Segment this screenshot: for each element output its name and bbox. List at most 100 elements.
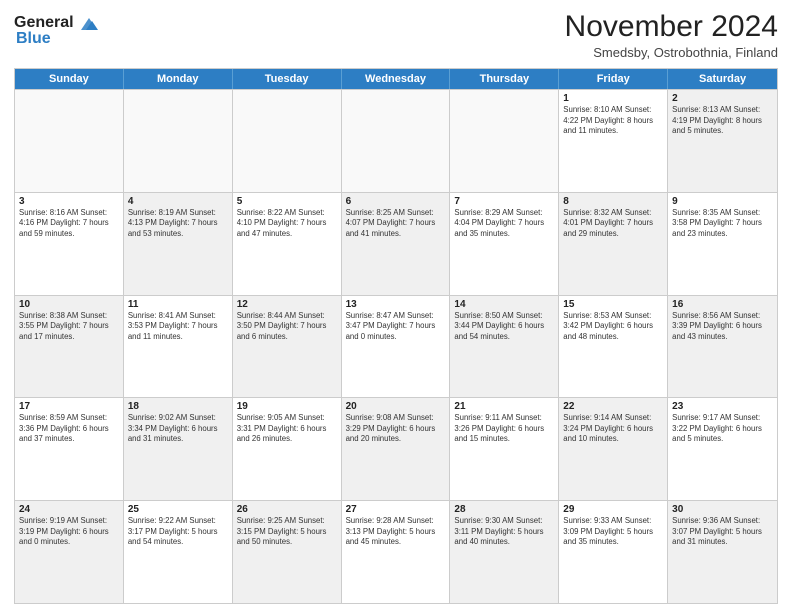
day-number: 18 [128, 401, 228, 412]
day-number: 26 [237, 504, 337, 515]
calendar-cell-2-3: 13Sunrise: 8:47 AM Sunset: 3:47 PM Dayli… [342, 296, 451, 398]
day-number: 23 [672, 401, 773, 412]
day-number: 2 [672, 93, 773, 104]
day-number: 28 [454, 504, 554, 515]
day-number: 12 [237, 299, 337, 310]
weekday-thursday: Thursday [450, 69, 559, 89]
calendar-cell-1-3: 6Sunrise: 8:25 AM Sunset: 4:07 PM Daylig… [342, 193, 451, 295]
cell-info: Sunrise: 9:17 AM Sunset: 3:22 PM Dayligh… [672, 413, 773, 445]
cell-info: Sunrise: 9:36 AM Sunset: 3:07 PM Dayligh… [672, 516, 773, 548]
calendar-header: Sunday Monday Tuesday Wednesday Thursday… [15, 69, 777, 89]
calendar-body: 1Sunrise: 8:10 AM Sunset: 4:22 PM Daylig… [15, 89, 777, 603]
calendar-cell-4-1: 25Sunrise: 9:22 AM Sunset: 3:17 PM Dayli… [124, 501, 233, 603]
cell-info: Sunrise: 8:10 AM Sunset: 4:22 PM Dayligh… [563, 105, 663, 137]
day-number: 30 [672, 504, 773, 515]
month-title: November 2024 [565, 10, 778, 43]
cell-info: Sunrise: 8:32 AM Sunset: 4:01 PM Dayligh… [563, 208, 663, 240]
day-number: 16 [672, 299, 773, 310]
calendar-cell-0-0 [15, 90, 124, 192]
calendar-cell-2-2: 12Sunrise: 8:44 AM Sunset: 3:50 PM Dayli… [233, 296, 342, 398]
cell-info: Sunrise: 8:35 AM Sunset: 3:58 PM Dayligh… [672, 208, 773, 240]
cell-info: Sunrise: 8:44 AM Sunset: 3:50 PM Dayligh… [237, 311, 337, 343]
calendar-cell-2-1: 11Sunrise: 8:41 AM Sunset: 3:53 PM Dayli… [124, 296, 233, 398]
calendar-cell-4-2: 26Sunrise: 9:25 AM Sunset: 3:15 PM Dayli… [233, 501, 342, 603]
cell-info: Sunrise: 9:33 AM Sunset: 3:09 PM Dayligh… [563, 516, 663, 548]
calendar-cell-0-5: 1Sunrise: 8:10 AM Sunset: 4:22 PM Daylig… [559, 90, 668, 192]
cell-info: Sunrise: 8:56 AM Sunset: 3:39 PM Dayligh… [672, 311, 773, 343]
calendar-cell-3-2: 19Sunrise: 9:05 AM Sunset: 3:31 PM Dayli… [233, 398, 342, 500]
day-number: 29 [563, 504, 663, 515]
day-number: 11 [128, 299, 228, 310]
calendar-cell-3-1: 18Sunrise: 9:02 AM Sunset: 3:34 PM Dayli… [124, 398, 233, 500]
cell-info: Sunrise: 8:50 AM Sunset: 3:44 PM Dayligh… [454, 311, 554, 343]
day-number: 27 [346, 504, 446, 515]
cell-info: Sunrise: 8:59 AM Sunset: 3:36 PM Dayligh… [19, 413, 119, 445]
page: General Blue November 2024 Smedsby, Ostr… [0, 0, 792, 612]
calendar-cell-0-3 [342, 90, 451, 192]
day-number: 6 [346, 196, 446, 207]
cell-info: Sunrise: 8:22 AM Sunset: 4:10 PM Dayligh… [237, 208, 337, 240]
calendar-cell-2-6: 16Sunrise: 8:56 AM Sunset: 3:39 PM Dayli… [668, 296, 777, 398]
cell-info: Sunrise: 8:13 AM Sunset: 4:19 PM Dayligh… [672, 105, 773, 137]
cell-info: Sunrise: 9:19 AM Sunset: 3:19 PM Dayligh… [19, 516, 119, 548]
calendar-cell-3-0: 17Sunrise: 8:59 AM Sunset: 3:36 PM Dayli… [15, 398, 124, 500]
calendar-cell-1-6: 9Sunrise: 8:35 AM Sunset: 3:58 PM Daylig… [668, 193, 777, 295]
header: General Blue November 2024 Smedsby, Ostr… [14, 10, 778, 60]
day-number: 24 [19, 504, 119, 515]
day-number: 8 [563, 196, 663, 207]
calendar-cell-2-0: 10Sunrise: 8:38 AM Sunset: 3:55 PM Dayli… [15, 296, 124, 398]
calendar-cell-0-4 [450, 90, 559, 192]
day-number: 19 [237, 401, 337, 412]
calendar-cell-1-1: 4Sunrise: 8:19 AM Sunset: 4:13 PM Daylig… [124, 193, 233, 295]
day-number: 10 [19, 299, 119, 310]
calendar-cell-4-4: 28Sunrise: 9:30 AM Sunset: 3:11 PM Dayli… [450, 501, 559, 603]
calendar-row-1: 3Sunrise: 8:16 AM Sunset: 4:16 PM Daylig… [15, 192, 777, 295]
calendar-cell-0-6: 2Sunrise: 8:13 AM Sunset: 4:19 PM Daylig… [668, 90, 777, 192]
day-number: 15 [563, 299, 663, 310]
day-number: 21 [454, 401, 554, 412]
cell-info: Sunrise: 9:11 AM Sunset: 3:26 PM Dayligh… [454, 413, 554, 445]
calendar-cell-3-4: 21Sunrise: 9:11 AM Sunset: 3:26 PM Dayli… [450, 398, 559, 500]
cell-info: Sunrise: 8:47 AM Sunset: 3:47 PM Dayligh… [346, 311, 446, 343]
day-number: 22 [563, 401, 663, 412]
day-number: 7 [454, 196, 554, 207]
calendar-row-0: 1Sunrise: 8:10 AM Sunset: 4:22 PM Daylig… [15, 89, 777, 192]
calendar-cell-3-6: 23Sunrise: 9:17 AM Sunset: 3:22 PM Dayli… [668, 398, 777, 500]
day-number: 5 [237, 196, 337, 207]
cell-info: Sunrise: 9:30 AM Sunset: 3:11 PM Dayligh… [454, 516, 554, 548]
calendar-cell-4-6: 30Sunrise: 9:36 AM Sunset: 3:07 PM Dayli… [668, 501, 777, 603]
calendar-cell-3-3: 20Sunrise: 9:08 AM Sunset: 3:29 PM Dayli… [342, 398, 451, 500]
weekday-monday: Monday [124, 69, 233, 89]
weekday-saturday: Saturday [668, 69, 777, 89]
cell-info: Sunrise: 8:29 AM Sunset: 4:04 PM Dayligh… [454, 208, 554, 240]
calendar-cell-1-0: 3Sunrise: 8:16 AM Sunset: 4:16 PM Daylig… [15, 193, 124, 295]
calendar-cell-1-4: 7Sunrise: 8:29 AM Sunset: 4:04 PM Daylig… [450, 193, 559, 295]
title-block: November 2024 Smedsby, Ostrobothnia, Fin… [565, 10, 778, 60]
weekday-friday: Friday [559, 69, 668, 89]
calendar-row-4: 24Sunrise: 9:19 AM Sunset: 3:19 PM Dayli… [15, 500, 777, 603]
cell-info: Sunrise: 9:14 AM Sunset: 3:24 PM Dayligh… [563, 413, 663, 445]
calendar-row-3: 17Sunrise: 8:59 AM Sunset: 3:36 PM Dayli… [15, 397, 777, 500]
day-number: 14 [454, 299, 554, 310]
cell-info: Sunrise: 8:38 AM Sunset: 3:55 PM Dayligh… [19, 311, 119, 343]
day-number: 20 [346, 401, 446, 412]
day-number: 1 [563, 93, 663, 104]
weekday-tuesday: Tuesday [233, 69, 342, 89]
calendar-cell-3-5: 22Sunrise: 9:14 AM Sunset: 3:24 PM Dayli… [559, 398, 668, 500]
cell-info: Sunrise: 9:25 AM Sunset: 3:15 PM Dayligh… [237, 516, 337, 548]
day-number: 9 [672, 196, 773, 207]
day-number: 13 [346, 299, 446, 310]
calendar-cell-1-2: 5Sunrise: 8:22 AM Sunset: 4:10 PM Daylig… [233, 193, 342, 295]
calendar-row-2: 10Sunrise: 8:38 AM Sunset: 3:55 PM Dayli… [15, 295, 777, 398]
cell-info: Sunrise: 8:53 AM Sunset: 3:42 PM Dayligh… [563, 311, 663, 343]
calendar-cell-2-4: 14Sunrise: 8:50 AM Sunset: 3:44 PM Dayli… [450, 296, 559, 398]
cell-info: Sunrise: 8:19 AM Sunset: 4:13 PM Dayligh… [128, 208, 228, 240]
cell-info: Sunrise: 8:25 AM Sunset: 4:07 PM Dayligh… [346, 208, 446, 240]
cell-info: Sunrise: 9:28 AM Sunset: 3:13 PM Dayligh… [346, 516, 446, 548]
day-number: 17 [19, 401, 119, 412]
weekday-wednesday: Wednesday [342, 69, 451, 89]
calendar-cell-1-5: 8Sunrise: 8:32 AM Sunset: 4:01 PM Daylig… [559, 193, 668, 295]
day-number: 25 [128, 504, 228, 515]
cell-info: Sunrise: 9:22 AM Sunset: 3:17 PM Dayligh… [128, 516, 228, 548]
calendar-cell-0-2 [233, 90, 342, 192]
